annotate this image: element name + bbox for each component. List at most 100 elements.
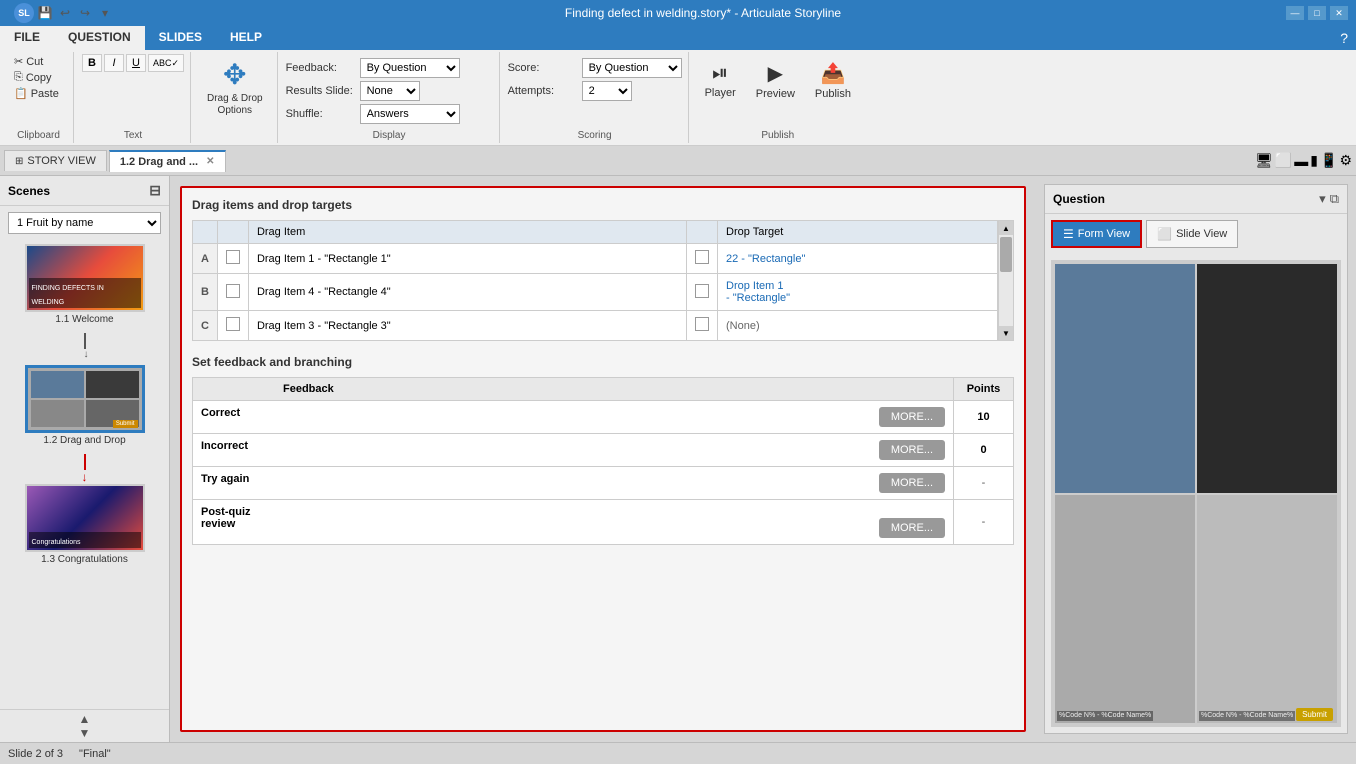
help-icon[interactable]: ? <box>1332 26 1356 50</box>
drop-checkbox-a[interactable] <box>687 244 718 274</box>
text-group: B I U ABC✓ Text <box>76 52 191 143</box>
scene-dropdown[interactable]: 1 Fruit by name <box>8 212 161 234</box>
tab-close-icon[interactable]: ✕ <box>206 156 214 167</box>
attempts-label: Attempts: <box>508 85 578 97</box>
score-select[interactable]: By Question <box>582 58 682 78</box>
panel-restore-button[interactable]: ⧉ <box>1330 191 1339 207</box>
paste-button[interactable]: 📋 Paste <box>10 86 67 101</box>
landscape-view-button[interactable]: ▬ <box>1294 153 1308 169</box>
monitor-view-button[interactable]: 🖥 <box>1255 152 1273 169</box>
checkbox-icon-a[interactable] <box>226 250 240 264</box>
question-form: Drag items and drop targets Drag Item Dr… <box>180 186 1026 732</box>
results-slide-select[interactable]: None <box>360 81 420 101</box>
underline-button[interactable]: U <box>126 54 146 72</box>
slide-arrow-red: ↓ <box>4 470 165 484</box>
scenes-scroll-down[interactable]: ▼ <box>79 726 91 740</box>
slide-label-1-2: 1.2 Drag and Drop <box>43 435 125 446</box>
slide-item-1-1[interactable]: FINDING DEFECTS IN WELDING 1.1 Welcome <box>4 244 165 325</box>
redo-button[interactable]: ↪ <box>76 4 94 22</box>
tablet-view-button[interactable]: ⬜ <box>1275 152 1292 169</box>
post-quiz-more-button[interactable]: MORE... <box>879 518 945 538</box>
drop-checkbox-b[interactable] <box>687 274 718 311</box>
phone-view-button[interactable]: 📱 <box>1320 152 1337 169</box>
copy-button[interactable]: ⎘ Copy <box>10 70 67 85</box>
scoring-group: Score: By Question Attempts: 2 Scoring <box>502 52 689 143</box>
close-button[interactable]: ✕ <box>1330 6 1348 20</box>
feedback-section: Set feedback and branching Feedback Poin… <box>192 355 1014 545</box>
drop-checkbox-icon-b[interactable] <box>695 284 709 298</box>
player-button[interactable]: ⏯ Player <box>697 59 744 102</box>
correct-label: Correct MORE... <box>193 401 954 434</box>
correct-more-button[interactable]: MORE... <box>879 407 945 427</box>
scenes-minimize-button[interactable]: ⊟ <box>149 182 161 199</box>
slide-preview: %Code N% - %Code Name% %Code N% - %Code … <box>1051 260 1341 727</box>
tab-question[interactable]: QUESTION <box>54 26 145 50</box>
results-slide-row: Results Slide: None <box>286 81 493 101</box>
drop-checkbox-header <box>687 221 718 244</box>
drag-items-table: Drag Item Drop Target A Drag Item 1 - "R… <box>192 220 998 341</box>
panel-dropdown-button[interactable]: ▾ <box>1319 191 1326 207</box>
slide-item-1-3[interactable]: Congratulations 1.3 Congratulations <box>4 484 165 565</box>
story-view-tab[interactable]: ⊞ STORY VIEW <box>4 150 107 171</box>
preview-cell-1 <box>1055 264 1195 493</box>
drag-item-a: Drag Item 1 - "Rectangle 1" <box>248 244 686 274</box>
score-row: Score: By Question <box>508 58 682 78</box>
tab-slides[interactable]: SLIDES <box>145 26 216 50</box>
minimize-button[interactable]: — <box>1286 6 1304 20</box>
attempts-select[interactable]: 2 <box>582 81 632 101</box>
empty-header <box>193 221 218 244</box>
incorrect-more-button[interactable]: MORE... <box>879 440 945 460</box>
drag-items-table-container: Drag Item Drop Target A Drag Item 1 - "R… <box>192 220 1014 341</box>
drop-checkbox-icon-a[interactable] <box>695 250 709 264</box>
form-view-button[interactable]: ☰ Form View <box>1051 220 1142 248</box>
drag-checkbox-c[interactable] <box>217 311 248 341</box>
preview-text-3: %Code N% - %Code Name% <box>1057 711 1153 721</box>
slide-view-button[interactable]: ⬜ Slide View <box>1146 220 1238 248</box>
publish-button[interactable]: 📤 Publish <box>807 58 859 103</box>
tab-file[interactable]: FILE <box>0 26 54 50</box>
quick-access-dropdown[interactable]: ▾ <box>96 4 114 22</box>
drag-drop-section: Drag items and drop targets Drag Item Dr… <box>192 198 1014 341</box>
slide-connector-arrow-1: ↓ <box>84 349 86 365</box>
table-scroll-down[interactable]: ▼ <box>999 326 1013 340</box>
drop-checkbox-icon-c[interactable] <box>695 317 709 331</box>
scenes-panel: Scenes ⊟ 1 Fruit by name FINDING DEFECTS… <box>0 176 170 742</box>
current-slide-tab[interactable]: 1.2 Drag and ... ✕ <box>109 150 226 172</box>
spellcheck-button[interactable]: ABC✓ <box>148 54 184 72</box>
tab-bar: ⊞ STORY VIEW 1.2 Drag and ... ✕ 🖥 ⬜ ▬ ▮ … <box>0 146 1356 176</box>
bold-button[interactable]: B <box>82 54 102 72</box>
tab-help[interactable]: HELP <box>216 26 276 50</box>
table-scroll-up[interactable]: ▲ <box>999 221 1013 235</box>
shuffle-select[interactable]: Answers <box>360 104 460 124</box>
drop-target-b: Drop Item 1- "Rectangle" <box>718 274 998 311</box>
preview-button[interactable]: ▶ Preview <box>748 58 803 103</box>
checkbox-icon-c[interactable] <box>226 317 240 331</box>
drag-drop-group: ✥ Drag & DropOptions <box>193 52 278 143</box>
publish-group: ⏯ Player ▶ Preview 📤 Publish Publish <box>691 52 865 143</box>
drag-checkbox-b[interactable] <box>217 274 248 311</box>
story-view-icon: ⊞ <box>15 156 23 167</box>
clipboard-label: Clipboard <box>17 128 60 141</box>
save-button[interactable]: 💾 <box>36 4 54 22</box>
slide-item-1-2[interactable]: Submit 1.2 Drag and Drop <box>4 365 165 446</box>
slide-connector-red <box>84 454 86 470</box>
scenes-scroll-up[interactable]: ▲ <box>79 712 91 726</box>
table-scrollbar: ▲ ▼ <box>998 220 1014 341</box>
settings-button[interactable]: ⚙ <box>1339 152 1352 169</box>
drop-checkbox-c[interactable] <box>687 311 718 341</box>
drag-drop-options-button[interactable]: ✥ Drag & DropOptions <box>199 54 271 121</box>
try-again-points: - <box>954 467 1014 500</box>
cut-button[interactable]: ✂ Cut <box>10 54 67 69</box>
portrait-view-button[interactable]: ▮ <box>1310 152 1318 169</box>
quick-access-toolbar: SL 💾 ↩ ↪ ▾ <box>8 1 120 25</box>
drag-checkbox-a[interactable] <box>217 244 248 274</box>
feedback-row-incorrect: Incorrect MORE... 0 <box>193 434 1014 467</box>
try-again-more-button[interactable]: MORE... <box>879 473 945 493</box>
checkbox-icon-b[interactable] <box>226 284 240 298</box>
publish-icon: 📤 <box>820 61 845 86</box>
post-quiz-points: - <box>954 500 1014 545</box>
undo-button[interactable]: ↩ <box>56 4 74 22</box>
maximize-button[interactable]: □ <box>1308 6 1326 20</box>
feedback-select[interactable]: By Question <box>360 58 460 78</box>
italic-button[interactable]: I <box>104 54 124 72</box>
